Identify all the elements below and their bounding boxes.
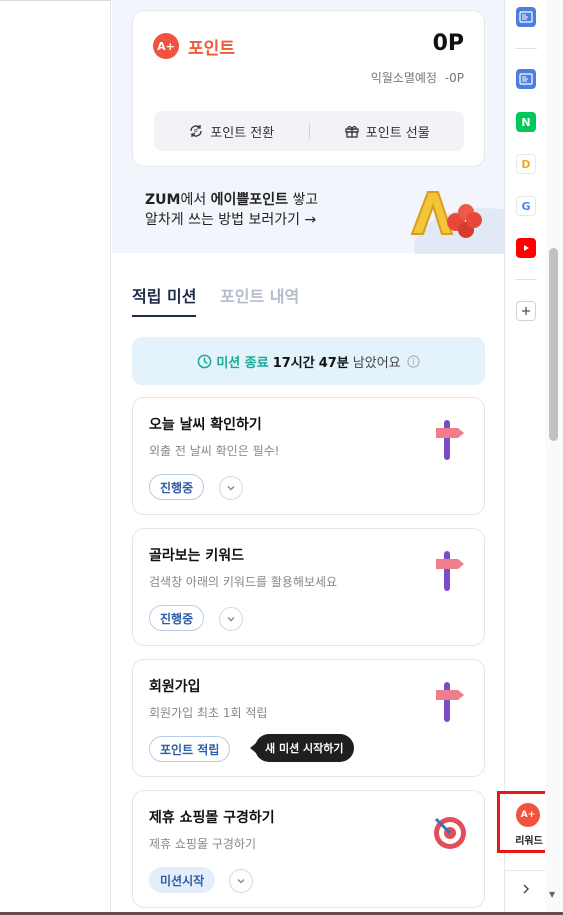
clock-icon xyxy=(198,354,212,368)
timer-hours: 17시간 xyxy=(272,355,315,371)
expire-value: -0P xyxy=(444,71,464,85)
points-title: 포인트 xyxy=(188,39,235,59)
points-balance: 0P xyxy=(432,31,464,56)
chevron-down-icon xyxy=(227,617,235,622)
aplus-logo-icon: A+ xyxy=(153,33,179,59)
profile-card-icon[interactable] xyxy=(516,69,536,89)
mission-card[interactable]: 회원가입 회원가입 최초 1회 적립 포인트 적립 새 미션 시작하기 xyxy=(132,659,485,777)
tab-bar: 적립 미션 포인트 내역 xyxy=(132,283,485,317)
chevron-down-icon xyxy=(237,879,245,884)
convert-icon: P xyxy=(190,125,202,137)
screen: A+ 포인트 0P 익월소멸예정 -0P P 포인트 전환 포인트 선물 ZUM… xyxy=(0,0,563,915)
mission-desc: 회원가입 최초 1회 적립 xyxy=(149,706,268,720)
scrollbar[interactable]: ▼ xyxy=(545,0,563,915)
promo-text: 에서 xyxy=(180,192,211,208)
signpost-icon xyxy=(436,551,464,591)
reward-panel: A+ 포인트 0P 익월소멸예정 -0P P 포인트 전환 포인트 선물 ZUM… xyxy=(112,0,504,915)
gift-label: 포인트 선물 xyxy=(365,125,430,141)
page-background xyxy=(0,0,111,915)
naver-icon[interactable]: N xyxy=(516,112,536,132)
youtube-icon[interactable] xyxy=(516,238,536,258)
mission-status-button[interactable]: 진행중 xyxy=(149,474,205,500)
aplus-logo-icon: A+ xyxy=(516,803,540,827)
timer-minutes: 47분 xyxy=(318,355,349,371)
mission-title: 골라보는 키워드 xyxy=(149,548,245,564)
expand-button[interactable] xyxy=(219,607,243,631)
plus-icon xyxy=(522,307,530,315)
gift-icon xyxy=(345,126,359,138)
sidebar-expand-button[interactable] xyxy=(505,870,546,906)
mission-title: 오늘 날씨 확인하기 xyxy=(149,417,262,433)
add-shortcut-button[interactable] xyxy=(516,301,536,321)
mission-card[interactable]: 골라보는 키워드 검색창 아래의 키워드를 활용해보세요 진행중 xyxy=(132,528,485,646)
timer-label: 미션 종료 xyxy=(216,355,269,371)
play-icon xyxy=(524,245,529,251)
timer-suffix: 남았어요 xyxy=(352,355,401,371)
expire-label: 익월소멸예정 xyxy=(370,71,437,85)
target-icon xyxy=(434,817,466,849)
id-card-icon xyxy=(519,11,533,23)
mission-title: 제휴 쇼핑몰 구경하기 xyxy=(149,810,275,826)
expand-button[interactable] xyxy=(219,476,243,500)
points-gift-button[interactable]: 포인트 선물 xyxy=(310,111,465,151)
tab-missions[interactable]: 적립 미션 xyxy=(132,283,197,317)
aplus-3d-illustration-icon xyxy=(410,191,504,254)
mission-status-button[interactable]: 포인트 적립 xyxy=(149,736,231,762)
chevron-down-icon xyxy=(227,486,235,491)
google-icon[interactable]: G xyxy=(516,196,536,216)
mission-desc: 제휴 쇼핑몰 구경하기 xyxy=(149,837,256,851)
promo-points-name: 에이쁠포인트 xyxy=(210,192,288,208)
promo-link[interactable]: ZUM에서 에이쁠포인트 쌓고 알차게 쓰는 방법 보러가기 → xyxy=(145,190,318,230)
mission-timer-banner: 미션 종료 17시간 47분 남았어요 xyxy=(132,337,485,385)
mission-card[interactable]: 오늘 날씨 확인하기 외출 전 날씨 확인은 필수! 진행중 xyxy=(132,397,485,515)
promo-brand: ZUM xyxy=(145,192,181,208)
divider xyxy=(0,0,111,1)
quick-launch-sidebar: N D G A+ 리워드 xyxy=(497,0,561,915)
scroll-down-arrow-icon[interactable]: ▼ xyxy=(549,890,555,899)
svg-text:P: P xyxy=(194,129,198,136)
signpost-icon xyxy=(436,420,464,460)
promo-line-1: ZUM에서 에이쁠포인트 쌓고 xyxy=(145,190,318,210)
profile-card-icon[interactable] xyxy=(516,7,536,27)
mission-start-button[interactable]: 미션시작 xyxy=(149,867,216,893)
info-icon[interactable] xyxy=(407,354,420,368)
scroll-thumb[interactable] xyxy=(549,248,558,441)
chevron-right-icon xyxy=(523,884,529,893)
points-expire: 익월소멸예정 -0P xyxy=(371,69,464,86)
id-card-icon xyxy=(519,73,533,85)
divider xyxy=(515,48,537,49)
tab-points-history[interactable]: 포인트 내역 xyxy=(220,283,299,315)
signpost-icon xyxy=(436,682,464,722)
mission-desc: 외출 전 날씨 확인은 필수! xyxy=(149,444,280,458)
mission-title: 회원가입 xyxy=(149,679,201,695)
mission-card[interactable]: 제휴 쇼핑몰 구경하기 제휴 쇼핑몰 구경하기 미션시작 xyxy=(132,790,485,908)
start-mission-tooltip: 새 미션 시작하기 xyxy=(250,734,354,762)
points-card: A+ 포인트 0P 익월소멸예정 -0P P 포인트 전환 포인트 선물 xyxy=(132,10,485,167)
points-actions: P 포인트 전환 포인트 선물 xyxy=(154,111,464,151)
mission-desc: 검색창 아래의 키워드를 활용해보세요 xyxy=(149,575,338,589)
mission-status-button[interactable]: 진행중 xyxy=(149,605,205,631)
divider xyxy=(515,279,537,280)
points-convert-button[interactable]: P 포인트 전환 xyxy=(154,111,309,151)
convert-label: 포인트 전환 xyxy=(210,125,275,141)
promo-text: 쌓고 xyxy=(287,192,319,208)
daum-icon[interactable]: D xyxy=(516,154,536,174)
promo-line-2: 알차게 쓰는 방법 보러가기 → xyxy=(145,212,317,228)
expand-button[interactable] xyxy=(229,869,253,893)
